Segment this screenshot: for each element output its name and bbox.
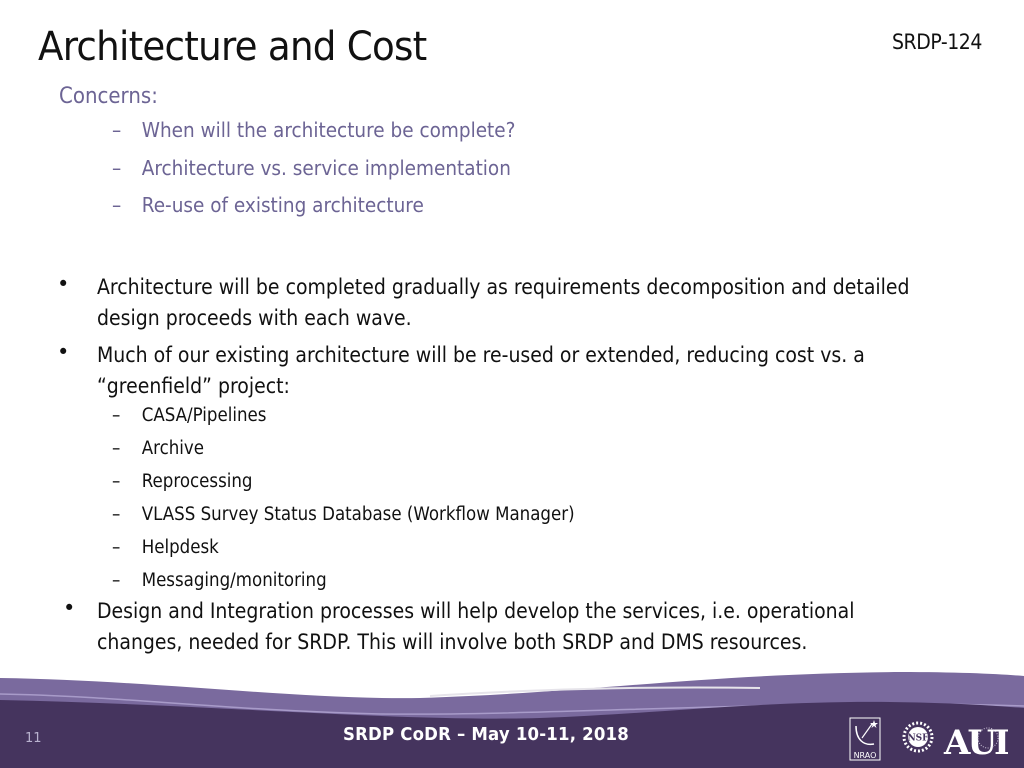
concern-item: – Architecture vs. service implementation — [112, 156, 515, 194]
concern-item: – When will the architecture be complete? — [112, 118, 515, 156]
dash-glyph: – — [112, 405, 121, 426]
dash-glyph: – — [112, 118, 122, 142]
main-bullet-list: • Architecture will be completed gradual… — [57, 272, 1017, 658]
dash-glyph: – — [112, 155, 122, 180]
concern-text: Re-use of existing architecture — [141, 193, 424, 217]
sub-bullet-text: VLASS Survey Status Database (Workflow M… — [141, 504, 575, 525]
dash-glyph: – — [112, 537, 121, 558]
concern-item: – Re-use of existing architecture — [112, 193, 515, 231]
dash-glyph: – — [112, 570, 121, 591]
aui-logo-icon: AUI — [943, 723, 1008, 762]
aui-logo-text: AUI — [943, 723, 1008, 762]
bullet-text-line: Much of our existing architecture will b… — [97, 343, 865, 367]
sub-bullet-list: – CASA/Pipelines – Archive – Reprocessing –… — [57, 402, 1017, 600]
sub-bullet-item: – VLASS Survey Status Database (Workflow … — [112, 501, 927, 534]
concern-text: Architecture vs. service implementation — [141, 155, 511, 180]
nsf-logo-text: NSF — [907, 734, 929, 744]
nrao-logo-text: NRAO — [854, 751, 877, 760]
sub-bullet-text: CASA/Pipelines — [141, 405, 267, 426]
sub-bullet-text: Helpdesk — [141, 537, 219, 558]
footer-event-label: SRDP CoDR – May 10-11, 2018 — [343, 724, 629, 745]
bullet-glyph: • — [63, 596, 76, 620]
bullet-text-line: changes, needed for SRDP. This will invo… — [97, 630, 808, 654]
bullet-glyph: • — [57, 272, 70, 296]
bullet-text-line: “greenfield” project: — [97, 374, 290, 398]
dash-glyph: – — [112, 504, 121, 525]
bullet-glyph: • — [57, 340, 70, 364]
sub-bullet-text: Reprocessing — [141, 471, 253, 492]
concerns-heading: Concerns: — [59, 84, 158, 109]
sub-bullet-text: Archive — [141, 438, 205, 459]
bullet-text-line: Architecture will be completed gradually… — [97, 275, 910, 299]
document-id: SRDP-124 — [892, 30, 982, 54]
concern-text: When will the architecture be complete? — [141, 118, 516, 142]
bullet-text-line: Design and Integration processes will he… — [97, 599, 855, 623]
bullet-item: • Design and Integration processes will … — [57, 596, 1017, 658]
nsf-logo-icon: NSF — [902, 721, 934, 753]
footer-logos: NRAO NSF AUI — [849, 717, 1008, 762]
slide-number: 11 — [25, 731, 42, 746]
sub-bullet-item: – CASA/Pipelines — [112, 402, 927, 435]
sub-bullet-item: – Reprocessing — [112, 468, 927, 501]
bullet-item: • Architecture will be completed gradual… — [57, 272, 1017, 340]
dash-glyph: – — [112, 193, 122, 217]
nrao-logo-icon: NRAO — [849, 717, 881, 761]
bullet-item: • Much of our existing architecture will… — [57, 340, 1017, 600]
sub-bullet-item: – Helpdesk — [112, 534, 927, 567]
sub-bullet-text: Messaging/monitoring — [141, 570, 327, 591]
bullet-text-line: design proceeds with each wave. — [97, 306, 412, 330]
dash-glyph: – — [112, 471, 121, 492]
sub-bullet-item: – Archive — [112, 435, 927, 468]
dash-glyph: – — [112, 438, 121, 459]
slide-title: Architecture and Cost — [38, 24, 427, 70]
concerns-list: – When will the architecture be complete?… — [112, 118, 560, 231]
